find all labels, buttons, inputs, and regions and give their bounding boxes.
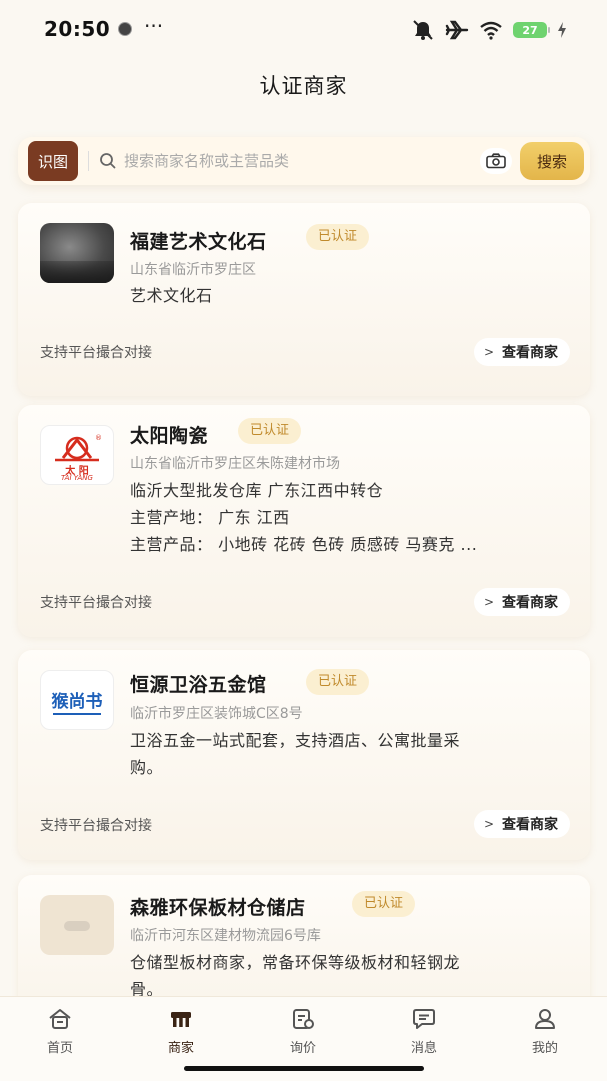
shop-icon [171, 1012, 191, 1027]
tab-inquiry[interactable]: 询价 [263, 1007, 343, 1056]
tab-messages[interactable]: 消息 [384, 1007, 464, 1056]
merchant-description: 仓储型板材商家，常备环保等级板材和轻钢龙 骨。 [130, 949, 570, 1003]
status-time: 20:50 [44, 17, 111, 41]
merchant-description: 卫浴五金一站式配套，支持酒店、公寓批量采 购。 [130, 727, 570, 781]
search-divider [88, 151, 89, 171]
tab-home[interactable]: 首页 [20, 1007, 100, 1056]
status-avatar-icon [118, 22, 132, 36]
svg-text:®: ® [95, 434, 102, 442]
merchant-logo [40, 223, 114, 283]
view-merchant-label: 查看商家 [502, 817, 558, 833]
verified-badge: 已认证 [352, 891, 416, 917]
chevron-right-icon: > [483, 345, 494, 359]
logo-text: 猴尚书 [51, 692, 103, 712]
support-text: 支持平台撮合对接 [40, 595, 152, 611]
home-indicator[interactable] [184, 1066, 424, 1071]
wifi-icon [480, 21, 502, 40]
view-merchant-button[interactable]: > 查看商家 [473, 588, 570, 616]
battery-icon: 27 [513, 22, 550, 38]
view-merchant-button[interactable]: > 查看商家 [473, 810, 570, 838]
merchant-description: 临沂大型批发仓库 广东江西中转仓 主营产地： 广东 江西 主营产品： 小地砖 花… [130, 477, 570, 558]
verified-badge: 已认证 [306, 224, 370, 250]
merchant-address: 山东省临沂市罗庄区朱陈建材市场 [130, 456, 340, 472]
description-line: 主营产地： 广东 江西 [130, 508, 290, 527]
logo-placeholder-dots [64, 921, 90, 931]
merchant-card[interactable]: ® 太 阳 TAI YANG 太阳陶瓷 已认证 山东省临沂市罗庄区朱陈建材市场 … [18, 405, 590, 637]
mute-icon [413, 20, 433, 40]
logo-text-en: TAI YANG [61, 474, 93, 482]
merchant-address: 山东省临沂市罗庄区 [130, 262, 256, 278]
verified-badge: 已认证 [306, 669, 370, 695]
description-line: 仓储型板材商家，常备环保等级板材和轻钢龙 [130, 953, 461, 972]
merchant-card[interactable]: 福建艺术文化石 已认证 山东省临沂市罗庄区 艺术文化石 支持平台撮合对接 > 查… [18, 203, 590, 396]
description-line: 购。 [130, 758, 164, 777]
description-line: 卫浴五金一站式配套，支持酒店、公寓批量采 [130, 731, 461, 750]
profile-icon [535, 1009, 555, 1029]
page-title: 认证商家 [259, 74, 348, 98]
merchant-card[interactable]: 猴尚书 恒源卫浴五金馆 已认证 临沂市罗庄区装饰城C区8号 卫浴五金一站式配套，… [18, 650, 590, 860]
merchant-name: 森雅环保板材仓储店 [130, 897, 306, 919]
merchant-logo: 猴尚书 [40, 670, 114, 730]
merchant-address: 临沂市河东区建材物流园6号库 [130, 928, 321, 944]
view-merchant-label: 查看商家 [502, 595, 558, 611]
camera-icon [486, 153, 506, 169]
home-icon [49, 1009, 71, 1029]
tab-label: 询价 [289, 1041, 316, 1056]
description-line: 临沂大型批发仓库 广东江西中转仓 [130, 481, 384, 500]
description-line: 主营产品： 小地砖 花砖 色砖 质感砖 马赛克 ... [130, 535, 478, 554]
merchant-logo [40, 895, 114, 955]
tab-label: 消息 [410, 1041, 437, 1056]
tab-label: 商家 [167, 1041, 194, 1056]
inquiry-icon [293, 1009, 314, 1029]
tab-label: 我的 [531, 1041, 558, 1056]
merchant-logo: ® 太 阳 TAI YANG [40, 425, 114, 485]
status-bar: 20:50 ··· 27 [0, 0, 607, 60]
logo-underline [53, 713, 101, 715]
message-icon [413, 1009, 435, 1029]
tab-profile[interactable]: 我的 [505, 1007, 585, 1056]
view-merchant-button[interactable]: > 查看商家 [473, 338, 570, 366]
chevron-right-icon: > [483, 595, 494, 609]
airplane-icon [445, 20, 469, 40]
chevron-right-icon: > [483, 817, 494, 831]
tab-merchants[interactable]: 商家 [141, 1007, 221, 1056]
search-bar: 识图 搜索 [18, 137, 590, 185]
support-text: 支持平台撮合对接 [40, 818, 152, 834]
camera-button[interactable] [480, 148, 512, 174]
merchant-name: 恒源卫浴五金馆 [130, 674, 267, 696]
view-merchant-label: 查看商家 [502, 345, 558, 361]
merchant-description: 艺术文化石 [130, 282, 570, 309]
verified-badge: 已认证 [238, 418, 302, 444]
tab-label: 首页 [46, 1041, 73, 1056]
status-more-dots: ··· [144, 14, 164, 38]
status-icons: 27 [411, 18, 567, 42]
image-search-button[interactable]: 识图 [28, 141, 78, 181]
search-input[interactable] [124, 150, 464, 172]
search-button[interactable]: 搜索 [520, 142, 584, 180]
support-text: 支持平台撮合对接 [40, 345, 152, 361]
search-icon [100, 153, 116, 169]
merchant-name: 太阳陶瓷 [130, 425, 209, 447]
merchant-name: 福建艺术文化石 [130, 231, 267, 253]
merchant-address: 临沂市罗庄区装饰城C区8号 [130, 706, 303, 722]
description-line: 艺术文化石 [130, 286, 213, 305]
charging-icon [558, 22, 566, 38]
